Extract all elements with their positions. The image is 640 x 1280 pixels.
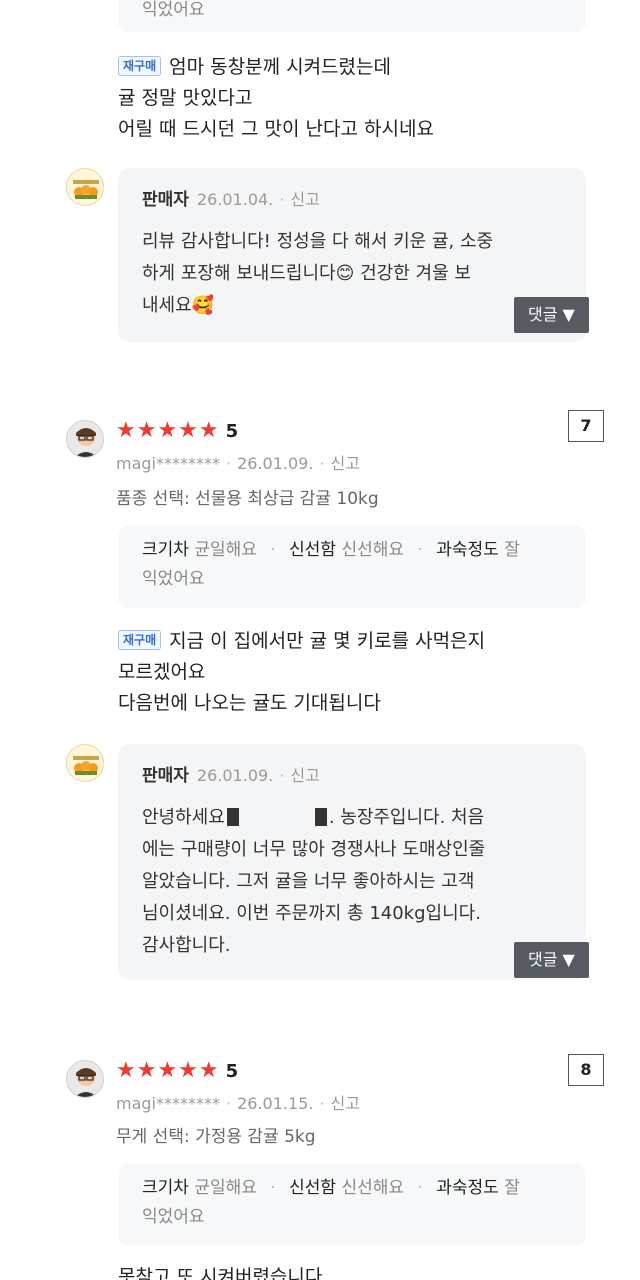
reply-line: 내세요: [142, 295, 192, 316]
reply-line: 에는 구매량이 너무 많아 경쟁사나 도매상인줄: [142, 839, 486, 860]
reply-line: 감사합니다.: [142, 935, 231, 956]
reply-line: 하게 포장해 보내드립니다: [142, 263, 336, 284]
attribute-key: 과숙정도: [436, 1178, 499, 1198]
redaction-mark: [226, 808, 239, 826]
separator: ·: [319, 1094, 325, 1113]
reply-line: 알았습니다. 그저 귤을 너무 좋아하시는 고객: [142, 871, 475, 892]
report-link[interactable]: 신고: [331, 454, 360, 473]
seller-logo-icon: [66, 744, 104, 782]
comment-toggle-button[interactable]: 댓글 ▼: [514, 297, 589, 333]
review-line: 다음번에 나오는 귤도 기대됩니다: [118, 692, 381, 714]
review-line: 모르겠어요: [118, 661, 206, 683]
rating-score: 5: [225, 421, 239, 442]
review-body: 재구매 엄마 동창분께 시켜드렸는데 귤 정말 맛있다고 어릴 때 드시던 그 맛…: [118, 52, 598, 145]
attribute-key: 과숙정도: [436, 540, 499, 560]
report-link[interactable]: 신고: [290, 766, 319, 785]
attribute-value: 신선해요: [341, 1178, 404, 1198]
reply-line: 님이셨네요. 이번 주문까지 총 140kg입니다.: [142, 903, 481, 924]
report-link[interactable]: 신고: [331, 1094, 360, 1113]
review-line: 어릴 때 드시던 그 맛이 난다고 하시네요: [118, 118, 434, 140]
repurchase-badge: 재구매: [118, 630, 162, 650]
attribute-box: 크기차 균일해요 · 신선함 신선해요 · 과숙정도 잘 익었어요: [118, 1164, 586, 1246]
separator: ·: [226, 1094, 232, 1113]
attribute-key: 신선함: [289, 540, 337, 560]
separator: ·: [319, 454, 325, 473]
rating-row: ★★★★★ 5: [116, 418, 238, 444]
separator: ·: [417, 540, 423, 560]
attribute-key: 크기차: [142, 540, 189, 560]
option-text: 무게 선택: 가정용 감귤 5kg: [116, 1127, 316, 1147]
reviewer-id: magi********: [116, 1094, 220, 1113]
rating-row: ★★★★★ 5: [116, 1058, 238, 1084]
review-line: 지금 이 집에서만 귤 몇 키로를 사먹은지: [169, 630, 486, 652]
review-index-box: 8: [568, 1054, 604, 1086]
reply-date: 26.01.04.: [196, 190, 274, 209]
review-meta: magi******** · 26.01.15. · 신고: [116, 1092, 360, 1116]
review-index-box: 7: [568, 410, 604, 442]
seller-name: 판매자: [142, 190, 189, 210]
review-date: 26.01.15.: [237, 1094, 314, 1113]
attribute-value: 균일해요: [194, 1178, 257, 1198]
attribute-value: 익었어요: [142, 1207, 205, 1227]
smile-emoji-icon: 😊: [335, 263, 355, 284]
attribute-box-prev: 익었어요: [118, 0, 586, 32]
reviewer-id: magi********: [116, 454, 220, 473]
seller-name: 판매자: [142, 766, 189, 786]
reply-line: . 농장주입니다. 처음: [328, 807, 485, 828]
seller-logo-icon: [66, 168, 104, 206]
star-rating: ★★★★★: [116, 418, 220, 443]
reply-date: 26.01.09.: [196, 766, 274, 785]
review-line: 귤 정말 맛있다고: [118, 87, 253, 109]
separator: ·: [226, 454, 232, 473]
separator: ·: [279, 766, 285, 785]
comment-toggle-button[interactable]: 댓글 ▼: [514, 942, 589, 978]
review-meta: magi******** · 26.01.09. · 신고: [116, 452, 360, 476]
repurchase-badge: 재구매: [118, 56, 162, 76]
star-rating: ★★★★★: [116, 1058, 220, 1083]
user-avatar-icon: [66, 1060, 104, 1098]
reply-header: 판매자 26.01.09. · 신고: [142, 764, 564, 788]
attribute-value: 잘: [504, 540, 520, 560]
reply-line: 리뷰 감사합니다! 정성을 다 해서 키운 귤, 소중: [142, 231, 494, 252]
reply-line: 건강한 겨울 보: [360, 263, 471, 284]
separator: ·: [270, 1178, 276, 1198]
separator: ·: [270, 540, 276, 560]
attribute-value: 균일해요: [194, 540, 257, 560]
reply-text: 안녕하세요 . 농장주입니다. 처음 에는 구매량이 너무 많아 경쟁사나 도매상…: [142, 802, 564, 962]
attribute-value: 잘: [504, 1178, 520, 1198]
love-emoji-icon: 🥰: [191, 295, 215, 316]
review-body: 재구매 지금 이 집에서만 귤 몇 키로를 사먹은지 모르겠어요 다음번에 나오는…: [118, 626, 608, 719]
separator: ·: [279, 190, 285, 209]
attribute-value: 신선해요: [341, 540, 404, 560]
review-line-partial: 못참고 또 시켜버렸습니다: [118, 1266, 323, 1280]
option-text: 품종 선택: 선물용 최상급 감귤 10kg: [116, 489, 379, 509]
reply-header: 판매자 26.01.04. · 신고: [142, 188, 564, 212]
attribute-value: 익었어요: [142, 569, 205, 589]
user-avatar-icon: [66, 420, 104, 458]
attribute-box: 크기차 균일해요 · 신선함 신선해요 · 과숙정도 잘 익었어요: [118, 526, 586, 608]
attribute-key: 신선함: [289, 1178, 337, 1198]
reply-line: 안녕하세요: [142, 807, 225, 828]
review-line: 엄마 동창분께 시켜드렸는데: [169, 56, 391, 78]
rating-score: 5: [225, 1061, 239, 1082]
attribute-key: 크기차: [142, 1178, 189, 1198]
redaction-mark: [314, 808, 327, 826]
reply-text: 리뷰 감사합니다! 정성을 다 해서 키운 귤, 소중 하게 포장해 보내드립니…: [142, 226, 564, 322]
report-link[interactable]: 신고: [290, 190, 319, 209]
attribute-value-fragment: 익었어요: [142, 0, 205, 20]
review-date: 26.01.09.: [237, 454, 314, 473]
separator: ·: [417, 1178, 423, 1198]
